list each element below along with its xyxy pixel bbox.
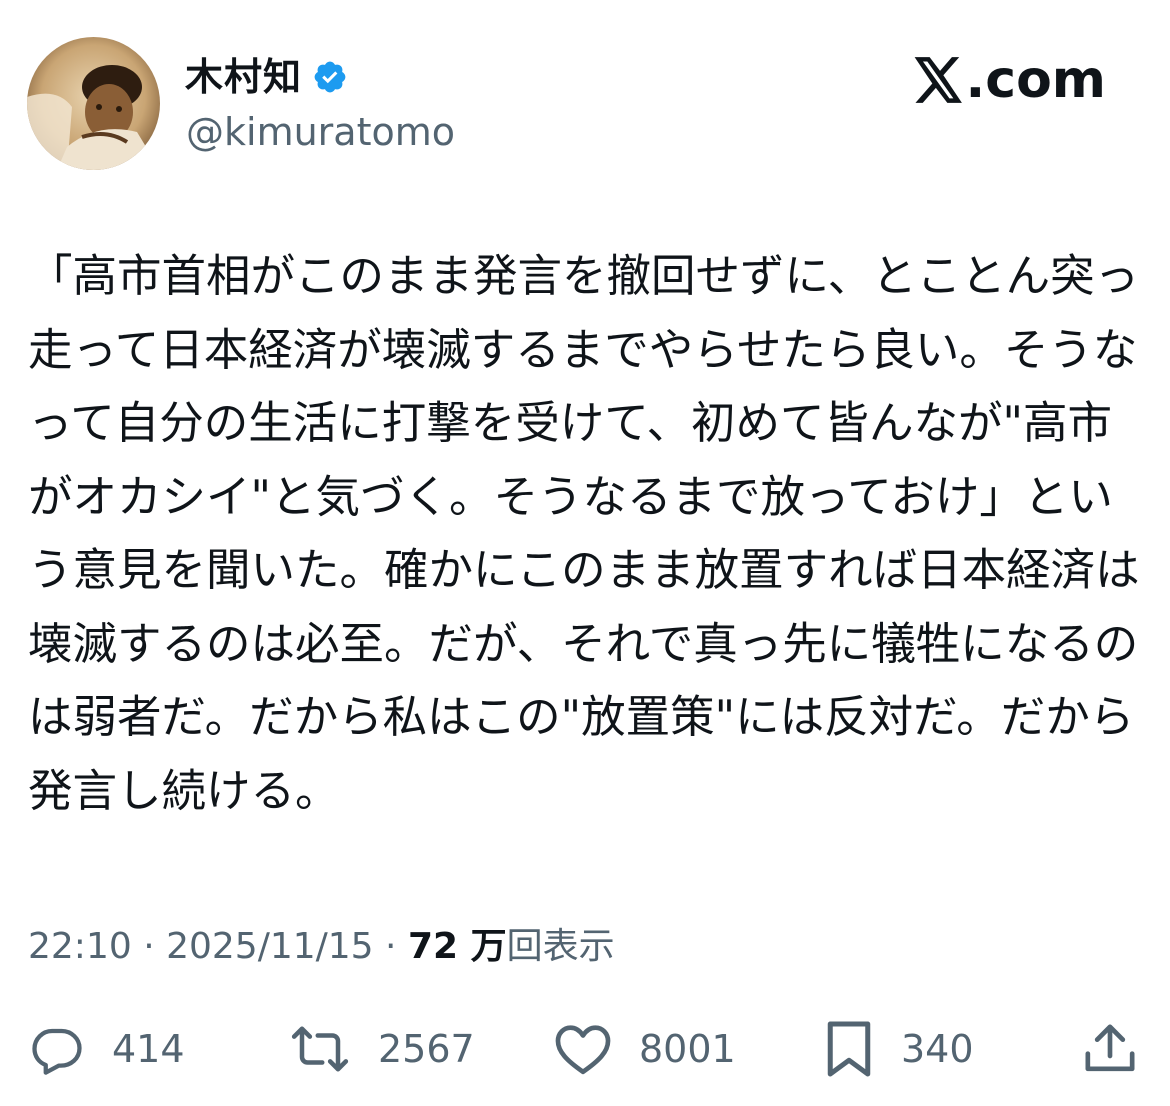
heart-icon: [555, 1025, 611, 1075]
post-card: 木村知 @kimuratomo .com 「高市首相がこのまま発言を撤回せずに、…: [0, 0, 1170, 1106]
views-count: 72 万: [407, 926, 507, 967]
meta-separator: ·: [373, 926, 408, 967]
post-time[interactable]: 22:10: [28, 926, 132, 967]
author-handle[interactable]: @kimuratomo: [186, 108, 455, 156]
repost-count: 2567: [378, 1027, 475, 1071]
bookmark-count: 340: [901, 1027, 974, 1071]
avatar-photo: [27, 37, 160, 170]
avatar[interactable]: [27, 37, 160, 170]
views-label: 回表示: [506, 926, 615, 967]
site-brand: .com: [914, 48, 1107, 112]
share-icon: [1085, 1024, 1135, 1072]
reply-button[interactable]: 414: [28, 1017, 185, 1081]
reply-count: 414: [112, 1027, 185, 1071]
like-button[interactable]: 8001: [553, 1017, 736, 1081]
share-button[interactable]: [1082, 1017, 1138, 1081]
post-meta: 22:10 · 2025/11/15 · 72 万回表示: [28, 920, 615, 974]
bookmark-icon: [827, 1021, 871, 1077]
author-name-row: 木村知: [185, 50, 348, 104]
repost-icon: [291, 1026, 349, 1072]
like-count: 8001: [639, 1027, 736, 1071]
reply-icon: [32, 1028, 82, 1075]
repost-button[interactable]: 2567: [288, 1017, 475, 1081]
x-logo-icon: [914, 57, 962, 103]
author-display-name[interactable]: 木村知: [185, 50, 302, 104]
post-text: 「高市首相がこのまま発言を撤回せずに、とことん突っ走って日本経済が壊滅するまでや…: [28, 251, 1140, 817]
site-domain: .com: [965, 50, 1107, 110]
post-date[interactable]: 2025/11/15: [166, 926, 374, 967]
meta-separator: ·: [131, 926, 167, 967]
bookmark-button[interactable]: 340: [823, 1017, 974, 1081]
verified-badge-icon: [314, 61, 346, 93]
